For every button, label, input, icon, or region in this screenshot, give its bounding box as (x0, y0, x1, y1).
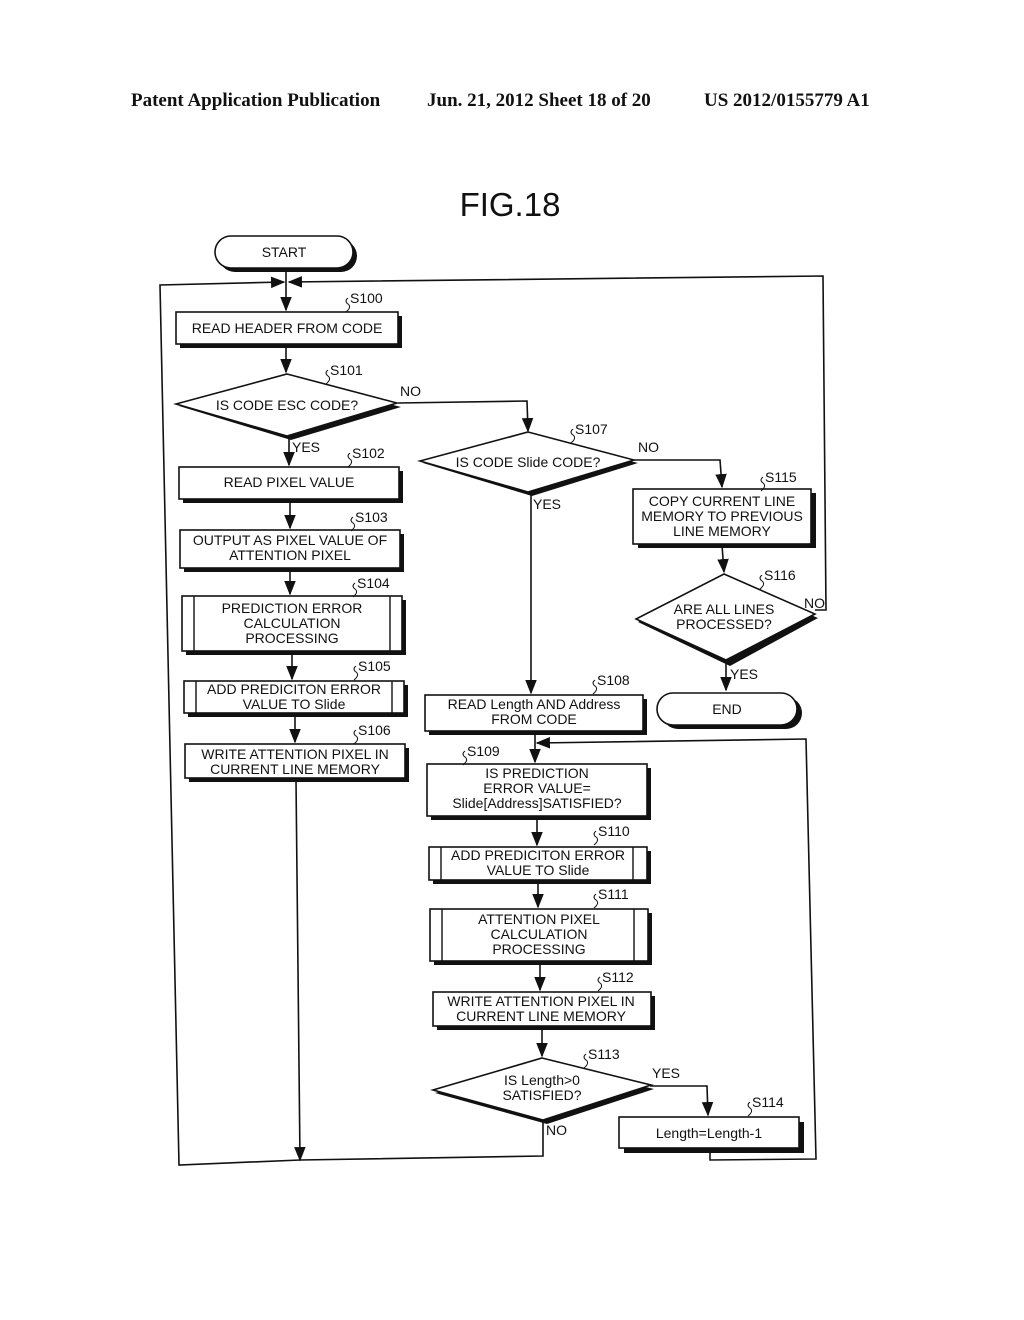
s100-step-label: S100 (350, 290, 383, 306)
s104-step-label: S104 (357, 575, 390, 591)
s110-text-line1: ADD PREDICITON ERROR (451, 847, 625, 863)
node-s114: Length=Length-1 S114 (618, 1094, 804, 1153)
arrow-s101-no (397, 400, 534, 433)
s116-yes-label: YES (730, 666, 758, 682)
s101-step-label: S101 (330, 362, 363, 378)
node-s104: PREDICTION ERROR CALCULATION PROCESSING … (181, 575, 406, 655)
node-s115: COPY CURRENT LINE MEMORY TO PREVIOUS LIN… (632, 469, 816, 548)
s109-text-line2: ERROR VALUE= (483, 780, 591, 796)
node-start: START (214, 235, 357, 272)
s113-step-label: S113 (588, 1046, 620, 1062)
arrow-s113-no (299, 1120, 544, 1161)
s113-no-label: NO (546, 1122, 567, 1138)
s109-text-line3: Slide[Address]SATISFIED? (452, 795, 622, 811)
arrow-s107-no (634, 459, 727, 489)
s116-no-label: NO (804, 595, 825, 611)
s100-text: READ HEADER FROM CODE (192, 320, 383, 336)
s111-text-line2: CALCULATION (491, 926, 588, 942)
node-end: END (656, 692, 802, 729)
s103-text-line1: OUTPUT AS PIXEL VALUE OF (193, 532, 387, 548)
s102-text: READ PIXEL VALUE (224, 474, 355, 490)
node-s100: READ HEADER FROM CODE S100 (175, 290, 402, 348)
s106-text-line1: WRITE ATTENTION PIXEL IN (201, 746, 388, 762)
s115-text-line2: MEMORY TO PREVIOUS (641, 508, 803, 524)
node-s102: READ PIXEL VALUE S102 (178, 445, 403, 503)
s107-no-label: NO (638, 439, 659, 455)
start-label: START (262, 244, 307, 260)
node-s103: OUTPUT AS PIXEL VALUE OF ATTENTION PIXEL… (179, 509, 404, 572)
s109-text-line1: IS PREDICTION (485, 765, 588, 781)
s108-text-line2: FROM CODE (491, 711, 577, 727)
s107-step-label: S107 (575, 421, 608, 437)
arrow-s113-yes (650, 1085, 714, 1117)
s113-text-line2: SATISFIED? (502, 1087, 581, 1103)
s107-text: IS CODE Slide CODE? (456, 454, 601, 470)
s108-text-line1: READ Length AND Address (448, 696, 621, 712)
s106-text-line2: CURRENT LINE MEMORY (210, 761, 381, 777)
s108-step-label: S108 (597, 672, 630, 688)
s102-step-label: S102 (352, 445, 385, 461)
s111-step-label: S111 (598, 886, 629, 902)
end-label: END (712, 701, 742, 717)
s104-text-line2: CALCULATION (244, 615, 341, 631)
s110-text-line2: VALUE TO Slide (487, 862, 590, 878)
arrow-s115-s116 (717, 544, 729, 574)
node-s105: ADD PREDICITON ERROR VALUE TO Slide S105 (183, 658, 408, 717)
s116-step-label: S116 (764, 567, 796, 583)
s112-text-line1: WRITE ATTENTION PIXEL IN (447, 993, 634, 1009)
s112-step-label: S112 (602, 969, 634, 985)
s105-text-line1: ADD PREDICITON ERROR (207, 681, 381, 697)
node-s107: IS CODE Slide CODE? S107 NO YES (417, 421, 659, 512)
s105-text-line2: VALUE TO Slide (243, 696, 346, 712)
node-s110: ADD PREDICITON ERROR VALUE TO Slide S110 (428, 823, 651, 884)
s111-text-line1: ATTENTION PIXEL (478, 911, 600, 927)
s115-text-line1: COPY CURRENT LINE (649, 493, 796, 509)
s116-text-line1: ARE ALL LINES (674, 601, 775, 617)
node-s101: IS CODE ESC CODE? S101 NO YES (173, 362, 421, 455)
s113-text-line1: IS Length>0 (504, 1072, 580, 1088)
node-s116: ARE ALL LINES PROCESSED? S116 NO YES (634, 567, 825, 682)
s101-yes-label: YES (292, 439, 320, 455)
s106-step-label: S106 (358, 722, 391, 738)
s116-text-line2: PROCESSED? (676, 616, 772, 632)
s103-step-label: S103 (355, 509, 388, 525)
s114-step-label: S114 (752, 1094, 784, 1110)
flowchart: START READ HEADER FROM CODE S100 IS CODE… (159, 235, 827, 1166)
s115-text-line3: LINE MEMORY (673, 523, 771, 539)
s101-text: IS CODE ESC CODE? (216, 397, 359, 413)
node-s109: IS PREDICTION ERROR VALUE= Slide[Address… (426, 743, 651, 820)
s113-yes-label: YES (652, 1065, 680, 1081)
node-s106: WRITE ATTENTION PIXEL IN CURRENT LINE ME… (184, 722, 409, 782)
s112-text-line2: CURRENT LINE MEMORY (456, 1008, 627, 1024)
s104-text-line3: PROCESSING (245, 630, 338, 646)
s103-text-line2: ATTENTION PIXEL (229, 547, 351, 563)
node-s111: ATTENTION PIXEL CALCULATION PROCESSING S… (429, 886, 652, 965)
s115-step-label: S115 (765, 469, 797, 485)
s111-text-line3: PROCESSING (492, 941, 585, 957)
s109-step-label: S109 (467, 743, 500, 759)
s104-text-line1: PREDICTION ERROR (222, 600, 363, 616)
s101-no-label: NO (400, 383, 421, 399)
s105-step-label: S105 (358, 658, 391, 674)
node-s112: WRITE ATTENTION PIXEL IN CURRENT LINE ME… (432, 969, 655, 1030)
arrow-s106-down (294, 779, 306, 1162)
node-s108: READ Length AND Address FROM CODE S108 (424, 672, 647, 735)
s107-yes-label: YES (533, 496, 561, 512)
s110-step-label: S110 (598, 823, 630, 839)
s114-text: Length=Length-1 (656, 1125, 762, 1141)
